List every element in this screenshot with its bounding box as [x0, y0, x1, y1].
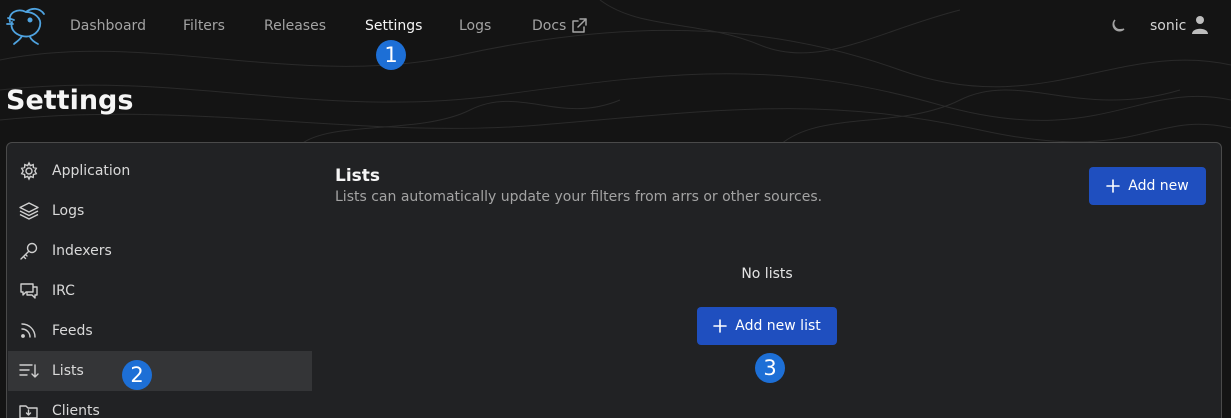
rss-icon	[21, 323, 36, 338]
nav-settings[interactable]: Settings	[365, 16, 422, 36]
empty-state-text: No lists	[741, 266, 793, 282]
top-navbar: Dashboard Filters Releases Settings Logs…	[0, 0, 1231, 52]
sidebar-item-label: Clients	[52, 403, 100, 418]
annotation-badge-1: 1	[376, 40, 406, 70]
sidebar-item-application[interactable]: Application	[8, 151, 312, 191]
nav-logs[interactable]: Logs	[459, 16, 491, 36]
nav-filters[interactable]: Filters	[183, 16, 225, 36]
folder-download-icon	[19, 405, 38, 418]
annotation-badge-3: 3	[755, 353, 785, 383]
sidebar-item-label: Lists	[52, 363, 84, 379]
sidebar-item-feeds[interactable]: Feeds	[8, 311, 312, 351]
plus-icon	[1106, 179, 1121, 193]
moon-icon[interactable]	[1110, 18, 1126, 34]
section-description: Lists can automatically update your filt…	[335, 189, 823, 205]
add-new-button[interactable]: Add new	[1089, 167, 1206, 205]
autobrr-bunny-logo-icon[interactable]	[4, 4, 48, 46]
sidebar-item-irc[interactable]: IRC	[8, 271, 312, 311]
nav-releases[interactable]: Releases	[264, 16, 326, 36]
external-link-icon	[572, 18, 587, 33]
layers-icon	[19, 202, 39, 220]
sidebar-item-label: Feeds	[52, 323, 93, 339]
user-avatar-icon[interactable]	[1192, 15, 1208, 35]
chat-bubbles-icon	[20, 283, 38, 299]
user-name[interactable]: sonic	[1150, 16, 1186, 36]
section-title: Lists	[335, 166, 381, 186]
sidebar-item-label: Indexers	[52, 243, 112, 259]
settings-panel: Application Logs Indexers IRC Feeds List…	[6, 142, 1222, 418]
page-title: Settings	[6, 85, 134, 116]
sidebar-item-label: Application	[52, 163, 131, 179]
sidebar-item-lists[interactable]: Lists	[8, 351, 312, 391]
annotation-badge-2: 2	[122, 360, 152, 390]
sidebar-item-clients[interactable]: Clients	[8, 391, 312, 418]
sidebar-item-label: IRC	[52, 283, 75, 299]
sidebar-item-label: Logs	[52, 203, 85, 219]
cog-icon	[20, 161, 38, 181]
add-new-list-button-label: Add new list	[735, 318, 821, 334]
add-new-button-label: Add new	[1128, 178, 1189, 194]
add-new-list-button[interactable]: Add new list	[697, 307, 837, 345]
nav-dashboard[interactable]: Dashboard	[70, 16, 146, 36]
sidebar-item-indexers[interactable]: Indexers	[8, 231, 312, 271]
list-sort-icon	[19, 364, 39, 378]
plus-icon	[713, 319, 728, 333]
nav-docs[interactable]: Docs	[532, 16, 566, 36]
sidebar-item-logs[interactable]: Logs	[8, 191, 312, 231]
key-icon	[20, 242, 38, 260]
